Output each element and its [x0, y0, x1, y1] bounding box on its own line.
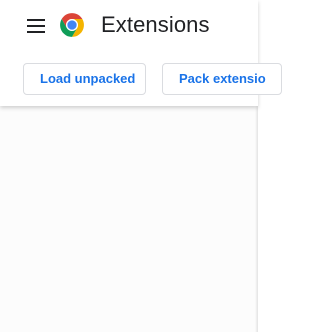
load-unpacked-button[interactable]: Load unpacked	[23, 63, 146, 95]
chrome-logo-icon	[59, 12, 85, 38]
extensions-content-area	[0, 106, 258, 332]
main-menu-button[interactable]	[22, 13, 50, 39]
pack-extension-button[interactable]: Pack extensio	[162, 63, 282, 95]
hamburger-menu-icon	[27, 19, 45, 33]
page-title: Extensions	[101, 12, 210, 37]
extensions-header: Extensions Load unpacked Pack extensio	[0, 0, 282, 106]
content-edge-shadow	[255, 106, 258, 332]
